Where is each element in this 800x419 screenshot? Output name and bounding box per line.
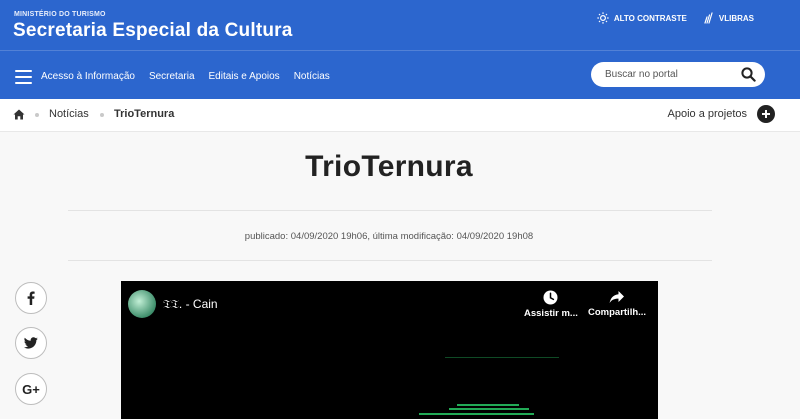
- menu-icon[interactable]: [15, 70, 32, 84]
- breadcrumb-item-current: TrioTernura: [114, 108, 175, 120]
- breadcrumb-item-noticias[interactable]: Notícias: [49, 108, 89, 120]
- vlibras-link[interactable]: VLIBRAS: [703, 12, 754, 24]
- video-title[interactable]: 𝔗𝔗. - Cain: [163, 297, 218, 312]
- google-plus-icon: G+: [22, 381, 40, 397]
- twitter-share-button[interactable]: [15, 327, 47, 359]
- nav-item-secretaria[interactable]: Secretaria: [149, 71, 195, 82]
- video-frame-detail: [445, 357, 559, 358]
- search-icon[interactable]: [741, 67, 756, 82]
- high-contrast-label: ALTO CONTRASTE: [613, 13, 687, 23]
- plus-icon[interactable]: [757, 105, 775, 123]
- breadcrumb: Notícias TrioTernura Apoio a projetos: [0, 99, 800, 132]
- video-frame-detail: [419, 413, 534, 415]
- channel-avatar[interactable]: [128, 290, 156, 318]
- share-button[interactable]: Compartilh...: [588, 290, 646, 318]
- sun-icon: [597, 12, 609, 24]
- share-arrow-icon: [609, 291, 625, 303]
- video-frame-detail: [449, 408, 529, 410]
- watch-later-button[interactable]: Assistir m...: [524, 290, 578, 319]
- breadcrumb-separator: [100, 113, 104, 117]
- hand-sign-icon: [704, 12, 713, 24]
- breadcrumb-separator: [35, 113, 39, 117]
- vlibras-label: VLIBRAS: [718, 13, 754, 23]
- site-title[interactable]: Secretaria Especial da Cultura: [13, 20, 293, 42]
- nav-item-noticias[interactable]: Notícias: [294, 71, 330, 82]
- search-input[interactable]: [605, 67, 735, 82]
- twitter-icon: [24, 337, 38, 349]
- search-box: [591, 62, 765, 87]
- ministry-label: MINISTÉRIO DO TURISMO: [14, 11, 106, 18]
- apoio-projetos-link[interactable]: Apoio a projetos: [668, 108, 748, 120]
- publish-metadata: publicado: 04/09/2020 19h06, última modi…: [244, 231, 534, 242]
- facebook-share-button[interactable]: [15, 282, 47, 314]
- high-contrast-link[interactable]: ALTO CONTRASTE: [597, 12, 687, 24]
- watch-later-label: Assistir m...: [524, 308, 578, 319]
- video-frame-detail: [457, 404, 519, 406]
- facebook-icon: [27, 291, 35, 305]
- nav-item-acesso-informacao[interactable]: Acesso à Informação: [41, 71, 135, 82]
- divider: [68, 210, 712, 211]
- accessibility-links: ALTO CONTRASTE VLIBRAS: [597, 12, 754, 24]
- clock-icon: [543, 290, 558, 305]
- google-plus-share-button[interactable]: G+: [15, 373, 47, 405]
- nav-item-editais-apoios[interactable]: Editais e Apoios: [209, 71, 280, 82]
- divider: [68, 260, 712, 261]
- video-player[interactable]: 𝔗𝔗. - Cain Assistir m... Compartilh...: [121, 281, 658, 419]
- main-nav: Acesso à Informação Secretaria Editais e…: [41, 71, 330, 82]
- home-icon[interactable]: [13, 109, 25, 120]
- site-header: MINISTÉRIO DO TURISMO Secretaria Especia…: [0, 0, 800, 99]
- share-label: Compartilh...: [588, 307, 647, 318]
- page-title: TrioTernura: [305, 150, 473, 183]
- header-divider: [0, 50, 800, 51]
